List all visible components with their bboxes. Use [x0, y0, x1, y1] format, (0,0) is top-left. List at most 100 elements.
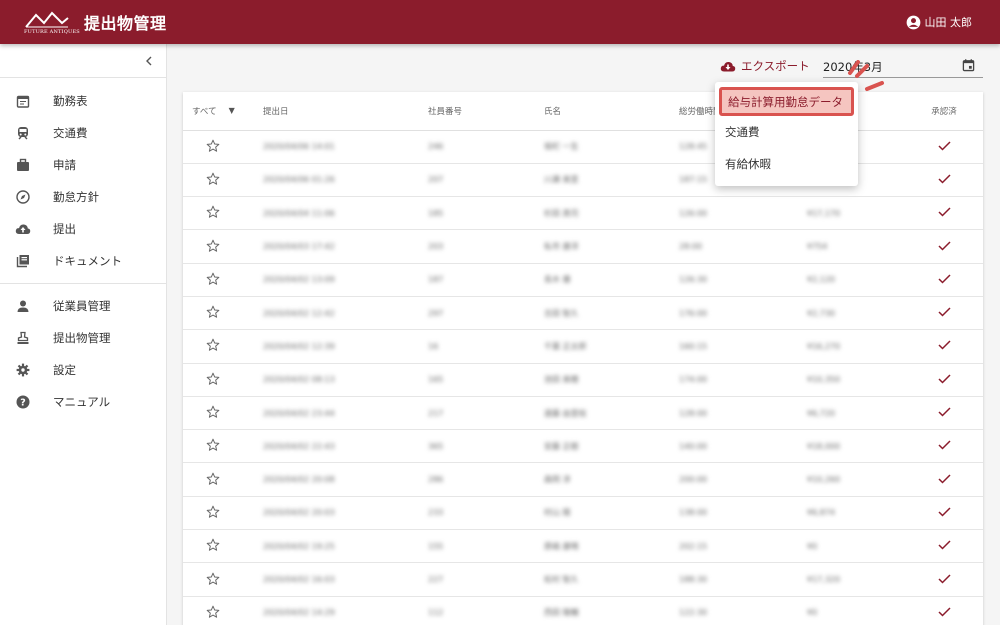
star-outline-icon[interactable]	[206, 372, 220, 386]
star-outline-icon[interactable]	[206, 239, 220, 253]
compass-icon	[15, 189, 31, 205]
cell-hours: 126:30	[679, 275, 708, 285]
cell-amount: ¥2,730	[807, 308, 835, 318]
sidebar-item-attendance-policy[interactable]: 勤怠方針	[0, 181, 166, 213]
table-row[interactable]: 2020/04/06 01:26 207 川瀬 美里 187:15	[183, 163, 983, 198]
calendar-icon[interactable]	[962, 58, 975, 75]
cell-amount: ¥18,000	[807, 441, 841, 451]
table-row[interactable]: 2020/04/02 20:08 286 森岡 淳 200:00 ¥10,260	[183, 462, 983, 497]
star-outline-icon[interactable]	[206, 139, 220, 153]
sidebar: 勤務表 交通費 申請 勤怠方針 提出 ドキュメント 従業員管理 提出物管理 設定…	[0, 44, 167, 625]
column-header-date[interactable]: 提出日	[263, 92, 428, 131]
sidebar-collapse-button[interactable]	[0, 44, 166, 78]
star-outline-icon[interactable]	[206, 472, 220, 486]
star-outline-icon[interactable]	[206, 305, 220, 319]
table-row[interactable]: 2020/04/02 14:29 112 西田 隆輔 122:30 ¥0	[183, 596, 983, 625]
favorite-star-cell	[183, 329, 263, 364]
cell-amount: ¥6,720	[807, 408, 835, 418]
logo[interactable]: FUTURE ANTIQUES	[24, 7, 80, 37]
cell-hours: 188:30	[679, 575, 708, 584]
star-outline-icon[interactable]	[206, 572, 220, 586]
sidebar-item-label: ドキュメント	[53, 254, 122, 268]
sidebar-item-submissions[interactable]: 提出物管理	[0, 322, 166, 354]
favorite-star-cell	[183, 562, 263, 597]
table-row[interactable]: 2020/04/02 12:39 16 千葉 正太郎 160:15 ¥16,27…	[183, 329, 983, 364]
select-all-filter[interactable]: すべて ▼	[183, 92, 263, 131]
column-header-approved[interactable]: 承認済	[919, 92, 983, 131]
table-row[interactable]: 2020/04/02 12:42 297 吉田 智久 176:00 ¥2,730	[183, 296, 983, 331]
export-button[interactable]: エクスポート	[720, 58, 810, 74]
favorite-star-cell	[183, 130, 263, 164]
table-row[interactable]: 2020/04/04 11:06 185 杉田 真司 126:00 ¥17,17…	[183, 196, 983, 231]
sidebar-item-submit[interactable]: 提出	[0, 213, 166, 245]
sidebar-item-transport[interactable]: 交通費	[0, 117, 166, 149]
cell-hours: 200:00	[679, 475, 708, 485]
table-header-row: すべて ▼ 提出日 社員番号 氏名 総労働時間 承認済	[183, 92, 983, 131]
user-menu[interactable]: 山田 太郎	[906, 0, 972, 44]
table-row[interactable]: 2020/04/02 23:44 217 遠藤 由里枝 128:00 ¥6,72…	[183, 396, 983, 431]
column-header-employee-number[interactable]: 社員番号	[428, 92, 544, 131]
table-row[interactable]: 2020/04/02 19:25 155 原嶋 康晴 202:15 ¥0	[183, 529, 983, 564]
column-header-name[interactable]: 氏名	[544, 92, 679, 131]
cell-name: 原嶋 康晴	[544, 541, 579, 551]
table-row[interactable]: 2020/04/02 22:43 365 安藤 正樹 140:00 ¥18,00…	[183, 429, 983, 464]
check-icon	[937, 340, 951, 350]
star-outline-icon[interactable]	[206, 205, 220, 219]
star-outline-icon[interactable]	[206, 438, 220, 452]
cell-date: 2020/04/04 11:06	[263, 208, 335, 218]
cell-amount: ¥17,320	[807, 575, 841, 584]
star-outline-icon[interactable]	[206, 338, 220, 352]
star-outline-icon[interactable]	[206, 172, 220, 186]
table-row[interactable]: 2020/04/06 14:01 246 坂町 一生 128:45	[183, 130, 983, 164]
calendar-icon	[15, 93, 31, 109]
cell-employee-number: 207	[428, 175, 444, 185]
check-icon	[937, 540, 951, 550]
cell-amount: ¥754	[807, 242, 828, 252]
sidebar-item-manual[interactable]: ? マニュアル	[0, 386, 166, 418]
favorite-star-cell	[183, 596, 263, 625]
cell-name: 千葉 正太郎	[544, 341, 587, 351]
favorite-star-cell	[183, 263, 263, 297]
table-row[interactable]: 2020/04/02 08:13 165 池田 美穂 174:00 ¥10,35…	[183, 363, 983, 397]
cell-employee-number: 227	[428, 575, 444, 584]
check-icon	[937, 573, 951, 584]
check-icon	[937, 607, 951, 617]
table-row[interactable]: 2020/04/03 17:42 203 私市 康洋 28:00 ¥754	[183, 229, 983, 264]
cell-amount: ¥2,120	[807, 275, 835, 285]
sidebar-item-employees[interactable]: 従業員管理	[0, 290, 166, 322]
help-icon: ?	[15, 394, 31, 410]
cell-name: 西田 隆輔	[544, 608, 579, 618]
cloud-upload-icon	[15, 221, 31, 237]
menu-item-transport[interactable]: 交通費	[715, 116, 858, 148]
table-row[interactable]: 2020/04/02 16:03 227 松村 智久 188:30 ¥17,32…	[183, 562, 983, 597]
table-row[interactable]: 2020/04/02 20:03 233 村山 陽 138:00 ¥6,874	[183, 496, 983, 531]
cell-employee-number: 246	[428, 142, 444, 152]
cell-date: 2020/04/06 01:26	[263, 175, 335, 185]
cell-date: 2020/04/02 14:29	[263, 608, 335, 618]
star-outline-icon[interactable]	[206, 272, 220, 286]
cell-amount: ¥16,270	[807, 341, 841, 351]
sidebar-item-timesheet[interactable]: 勤務表	[0, 85, 166, 117]
sidebar-item-label: 設定	[53, 363, 76, 377]
star-outline-icon[interactable]	[206, 505, 220, 519]
star-outline-icon[interactable]	[206, 538, 220, 552]
cell-name: 松村 智久	[544, 575, 579, 584]
menu-item-payroll-attendance-data[interactable]: 給与計算用勤怠データ	[719, 87, 854, 116]
cell-hours: 174:00	[679, 375, 708, 385]
cell-name: 長木 優	[544, 275, 571, 285]
star-outline-icon[interactable]	[206, 605, 220, 619]
star-outline-icon[interactable]	[206, 405, 220, 419]
cell-name: 杉田 真司	[544, 208, 579, 218]
cell-date: 2020/04/02 13:09	[263, 275, 335, 285]
cell-amount: ¥0	[807, 608, 818, 618]
cell-amount: ¥17,170	[807, 208, 841, 218]
menu-item-paid-leave[interactable]: 有給休暇	[715, 148, 858, 180]
sidebar-item-documents[interactable]: ドキュメント	[0, 245, 166, 277]
sidebar-item-settings[interactable]: 設定	[0, 354, 166, 386]
sidebar-item-label: 提出	[53, 222, 76, 236]
favorite-star-cell	[183, 229, 263, 264]
cell-hours: 187:15	[679, 175, 708, 185]
table-row[interactable]: 2020/04/02 13:09 187 長木 優 126:30 ¥2,120	[183, 263, 983, 297]
cell-amount: ¥6,874	[807, 508, 835, 518]
sidebar-item-application[interactable]: 申請	[0, 149, 166, 181]
